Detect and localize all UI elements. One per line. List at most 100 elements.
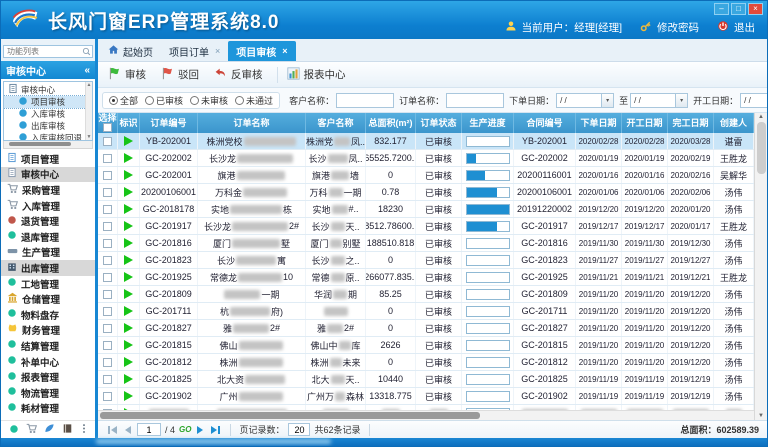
sidebar-item-入库管理[interactable]: 入库管理 <box>1 198 95 214</box>
table-row[interactable]: GC-201917长沙龙2#长沙天..8512.78600..已审核GC-201… <box>98 218 754 235</box>
scroll-thumb[interactable] <box>757 122 766 174</box>
select-all-checkbox[interactable] <box>103 123 112 132</box>
customer-name-input[interactable] <box>336 93 394 108</box>
grid-horizontal-scrollbar[interactable] <box>98 410 754 420</box>
page-size-input[interactable] <box>288 423 310 436</box>
tab-close-icon[interactable]: × <box>215 46 220 56</box>
table-row[interactable]: YB-202001株洲党校株洲党凤..832.177已审核YB-20200120… <box>98 133 754 150</box>
sidebar-item-退货管理[interactable]: 退货管理 <box>1 213 95 229</box>
table-row[interactable]: GC-201809一期华润期85.25已审核GC-2018092019/11/2… <box>98 286 754 303</box>
prev-page-button[interactable] <box>123 426 133 434</box>
tree-vertical-scrollbar[interactable]: ▲▼ <box>85 82 92 140</box>
last-page-button[interactable] <box>209 426 222 434</box>
tab-close-icon[interactable]: × <box>282 46 287 56</box>
sidebar-item-工地管理[interactable]: 工地管理 <box>1 276 95 292</box>
table-row[interactable]: GC-201823长沙寓长沙之..0已审核GC-2018232019/11/27… <box>98 252 754 269</box>
sidebar-item-物流管理[interactable]: 物流管理 <box>1 385 95 401</box>
table-row[interactable]: GC-2018178实地栋实地#..18230已审核20191220002201… <box>98 201 754 218</box>
function-search-input[interactable] <box>3 45 93 58</box>
row-checkbox[interactable] <box>103 205 112 214</box>
table-row[interactable]: GC-201815佛山佛山中库2626已审核GC-2018152019/11/2… <box>98 337 754 354</box>
more-icon[interactable] <box>80 421 88 439</box>
反审核-button[interactable]: 反审核 <box>210 65 272 85</box>
row-checkbox[interactable] <box>103 256 112 265</box>
close-button[interactable]: × <box>748 3 763 15</box>
sidebar-item-出库管理[interactable]: 出库管理 <box>1 260 95 276</box>
sidebar-item-报表管理[interactable]: 报表管理 <box>1 369 95 385</box>
change-password-link[interactable]: 修改密码 <box>657 20 699 35</box>
column-header-合同编号[interactable]: 合同编号 <box>514 113 576 133</box>
radio-未通过[interactable]: 未通过 <box>235 94 273 107</box>
column-header-下单日期[interactable]: 下单日期 <box>576 113 622 133</box>
column-header-订单名称[interactable]: 订单名称 <box>198 113 306 133</box>
scroll-down-icon[interactable]: ▼ <box>758 413 764 419</box>
order-date-to-input[interactable]: / / <box>630 93 676 108</box>
sidebar-item-审核中心[interactable]: 审核中心 <box>1 167 95 183</box>
dropdown-icon[interactable]: ▾ <box>676 93 688 108</box>
row-checkbox[interactable] <box>103 239 112 248</box>
row-checkbox[interactable] <box>103 307 112 316</box>
审核-button[interactable]: 审核 <box>104 65 155 85</box>
tree-node-root[interactable]: 审核中心 <box>4 82 92 96</box>
column-header-客户名称[interactable]: 客户名称 <box>306 113 366 133</box>
scroll-up-icon[interactable]: ▲ <box>758 114 764 120</box>
dot-icon[interactable] <box>9 421 19 439</box>
table-row[interactable]: GC-201825北大资北大天..10440已审核GC-2018252019/1… <box>98 371 754 388</box>
row-checkbox[interactable] <box>103 324 112 333</box>
tab-项目订单[interactable]: 项目订单× <box>161 41 228 61</box>
sidebar-item-项目管理[interactable]: 项目管理 <box>1 151 95 167</box>
tab-项目审核[interactable]: 项目审核× <box>228 41 295 61</box>
table-row[interactable]: 20200106001万科金万科一期0.78已审核202001060012020… <box>98 184 754 201</box>
minimize-button[interactable]: – <box>714 3 729 15</box>
order-date-from-input[interactable]: / / <box>556 93 602 108</box>
column-header-总面积(m²)[interactable]: 总面积(m²) <box>366 113 416 133</box>
table-row[interactable]: GC-201925常德龙10常德原..266077.835..已审核GC-201… <box>98 269 754 286</box>
sidebar-item-退库管理[interactable]: 退库管理 <box>1 229 95 245</box>
sidebar-item-仓储管理[interactable]: 仓储管理 <box>1 291 95 307</box>
row-checkbox[interactable] <box>103 341 112 350</box>
row-checkbox[interactable] <box>103 273 112 282</box>
radio-全部[interactable]: 全部 <box>109 94 138 107</box>
row-checkbox[interactable] <box>103 188 112 197</box>
maximize-button[interactable]: □ <box>731 3 746 15</box>
row-checkbox[interactable] <box>103 392 112 401</box>
dropdown-icon[interactable]: ▾ <box>602 93 614 108</box>
tree-node-入库审核[interactable]: 入库审核 <box>4 108 92 120</box>
table-row[interactable]: GC-201812株洲株洲未来0已审核GC-2018122019/11/2020… <box>98 354 754 371</box>
column-header-订单编号[interactable]: 订单编号 <box>140 113 198 133</box>
column-header-选择[interactable]: 选择 <box>98 113 118 133</box>
collapse-icon[interactable]: « <box>84 65 90 76</box>
table-row[interactable]: GC-202001旗港旗港墙0已审核202001160012020/01/162… <box>98 167 754 184</box>
row-checkbox[interactable] <box>103 154 112 163</box>
first-page-button[interactable] <box>106 426 119 434</box>
tree-node-入库审核回退[interactable]: 入库审核回退 <box>4 132 92 141</box>
table-row[interactable]: GC-201902广州广州万森林13318.775已审核GC-201902201… <box>98 388 754 405</box>
page-number-input[interactable] <box>137 423 161 436</box>
column-header-开工日期[interactable]: 开工日期 <box>622 113 668 133</box>
table-row[interactable]: GC-201816厦门墅厦门别墅188510.818已审核GC-20181620… <box>98 235 754 252</box>
sidebar-item-采购管理[interactable]: 采购管理 <box>1 182 95 198</box>
sidebar-item-耗材管理[interactable]: 耗材管理 <box>1 401 95 417</box>
tab-起始页[interactable]: 起始页 <box>100 41 161 61</box>
sidebar-item-补单中心[interactable]: 补单中心 <box>1 354 95 370</box>
报表中心-button[interactable]: 报表中心 <box>283 65 355 85</box>
table-row[interactable]: GC-202002长沙龙长沙凤..65525.7200..已审核GC-20200… <box>98 150 754 167</box>
cart-icon[interactable] <box>26 421 37 439</box>
tree-horizontal-scrollbar[interactable] <box>3 141 93 149</box>
order-name-input[interactable] <box>446 93 504 108</box>
tree-node-项目审核[interactable]: 项目审核 <box>4 96 92 108</box>
go-button[interactable]: GO <box>179 425 191 434</box>
column-header-完工日期[interactable]: 完工日期 <box>668 113 714 133</box>
radio-已审核[interactable]: 已审核 <box>145 94 183 107</box>
sidebar-item-生产管理[interactable]: 生产管理 <box>1 245 95 261</box>
sidebar-item-结算管理[interactable]: 结算管理 <box>1 338 95 354</box>
column-header-标识[interactable]: 标识 <box>118 113 140 133</box>
radio-未审核[interactable]: 未审核 <box>190 94 228 107</box>
row-checkbox[interactable] <box>103 358 112 367</box>
table-row[interactable]: GC-201711杭府)0已审核GC-2017112019/11/202019/… <box>98 303 754 320</box>
column-header-生产进度[interactable]: 生产进度 <box>462 113 514 133</box>
table-row[interactable]: GC-201827雅2#雅2#0已审核GC-2018272019/11/2020… <box>98 320 754 337</box>
sidebar-item-财务管理[interactable]: 财务管理 <box>1 323 95 339</box>
next-page-button[interactable] <box>195 426 205 434</box>
sidebar-item-物料盘存[interactable]: 物料盘存 <box>1 307 95 323</box>
